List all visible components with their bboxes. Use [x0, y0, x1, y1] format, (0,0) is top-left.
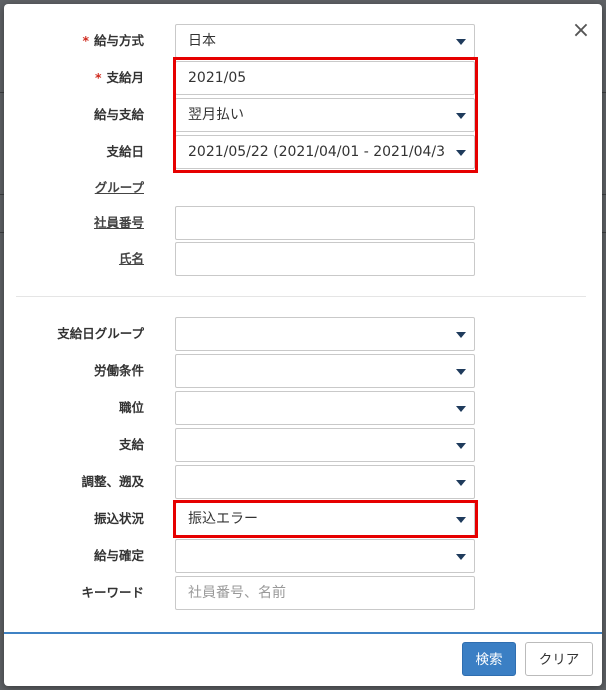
payroll-confirmed-select[interactable] [175, 539, 475, 573]
keyword-label: キーワード [81, 585, 144, 600]
row-group: グループ [4, 171, 602, 205]
labor-conditions-select[interactable] [175, 354, 475, 388]
chevron-down-icon [456, 332, 466, 338]
keyword-input[interactable]: 社員番号、名前 [175, 576, 475, 610]
pay-month-label: * 支給月 [94, 70, 144, 85]
payment-item-select[interactable] [175, 428, 475, 462]
clear-button[interactable]: クリア [525, 642, 593, 676]
name-value [188, 243, 456, 275]
row-position: 職位 [4, 391, 602, 425]
row-payroll-method: * 給与方式 日本 [4, 24, 602, 58]
employee-no-value [188, 207, 456, 239]
required-marker: * [82, 33, 89, 48]
name-input[interactable] [175, 242, 475, 276]
pay-date-group-value [188, 318, 456, 350]
labor-conditions-label: 労働条件 [93, 363, 144, 378]
search-button[interactable]: 検索 [462, 642, 516, 676]
row-name: 氏名 [4, 242, 602, 276]
chevron-down-icon [456, 369, 466, 375]
row-employee-no: 社員番号 [4, 206, 602, 240]
pay-date-group-label: 支給日グループ [57, 326, 144, 341]
row-adjustment: 調整、遡及 [4, 465, 602, 499]
payment-label: 給与支給 [93, 107, 144, 122]
position-value [188, 392, 456, 424]
payment-item-label: 支給 [118, 437, 144, 452]
group-link[interactable]: グループ [95, 171, 144, 205]
row-labor-conditions: 労働条件 [4, 354, 602, 388]
chevron-down-icon [456, 406, 466, 412]
keyword-placeholder: 社員番号、名前 [188, 585, 286, 601]
search-dialog: × * 給与方式 日本 * 支給月 2021/05 給与支給 翌月払い 支給日 20… [4, 4, 602, 686]
pay-date-label: 支給日 [106, 144, 144, 159]
payment-item-value [188, 429, 456, 461]
chevron-down-icon [456, 39, 466, 45]
payroll-confirmed-label: 給与確定 [93, 548, 144, 563]
section-divider [16, 296, 586, 297]
name-link[interactable]: 氏名 [119, 242, 144, 276]
adjustment-value [188, 466, 456, 498]
adjustment-select[interactable] [175, 465, 475, 499]
highlight-box-pay-settings [173, 57, 478, 173]
position-label: 職位 [118, 400, 144, 415]
row-payroll-confirmed: 給与確定 [4, 539, 602, 573]
employee-no-input[interactable] [175, 206, 475, 240]
row-payment-item: 支給 [4, 428, 602, 462]
row-pay-date-group: 支給日グループ [4, 317, 602, 351]
highlight-box-transfer-status [173, 500, 478, 538]
footer-divider [4, 632, 602, 634]
payroll-method-value: 日本 [188, 33, 216, 49]
transfer-status-label: 振込状況 [93, 511, 144, 526]
labor-conditions-value [188, 355, 456, 387]
payroll-confirmed-value [188, 540, 456, 572]
employee-no-link[interactable]: 社員番号 [94, 206, 144, 240]
chevron-down-icon [456, 443, 466, 449]
payroll-method-label: * 給与方式 [82, 33, 144, 48]
pay-date-group-select[interactable] [175, 317, 475, 351]
chevron-down-icon [456, 480, 466, 486]
position-select[interactable] [175, 391, 475, 425]
required-marker: * [94, 70, 102, 85]
chevron-down-icon [456, 554, 466, 560]
payroll-method-select[interactable]: 日本 [175, 24, 475, 58]
adjustment-label: 調整、遡及 [81, 474, 144, 489]
row-keyword: キーワード 社員番号、名前 [4, 576, 602, 610]
